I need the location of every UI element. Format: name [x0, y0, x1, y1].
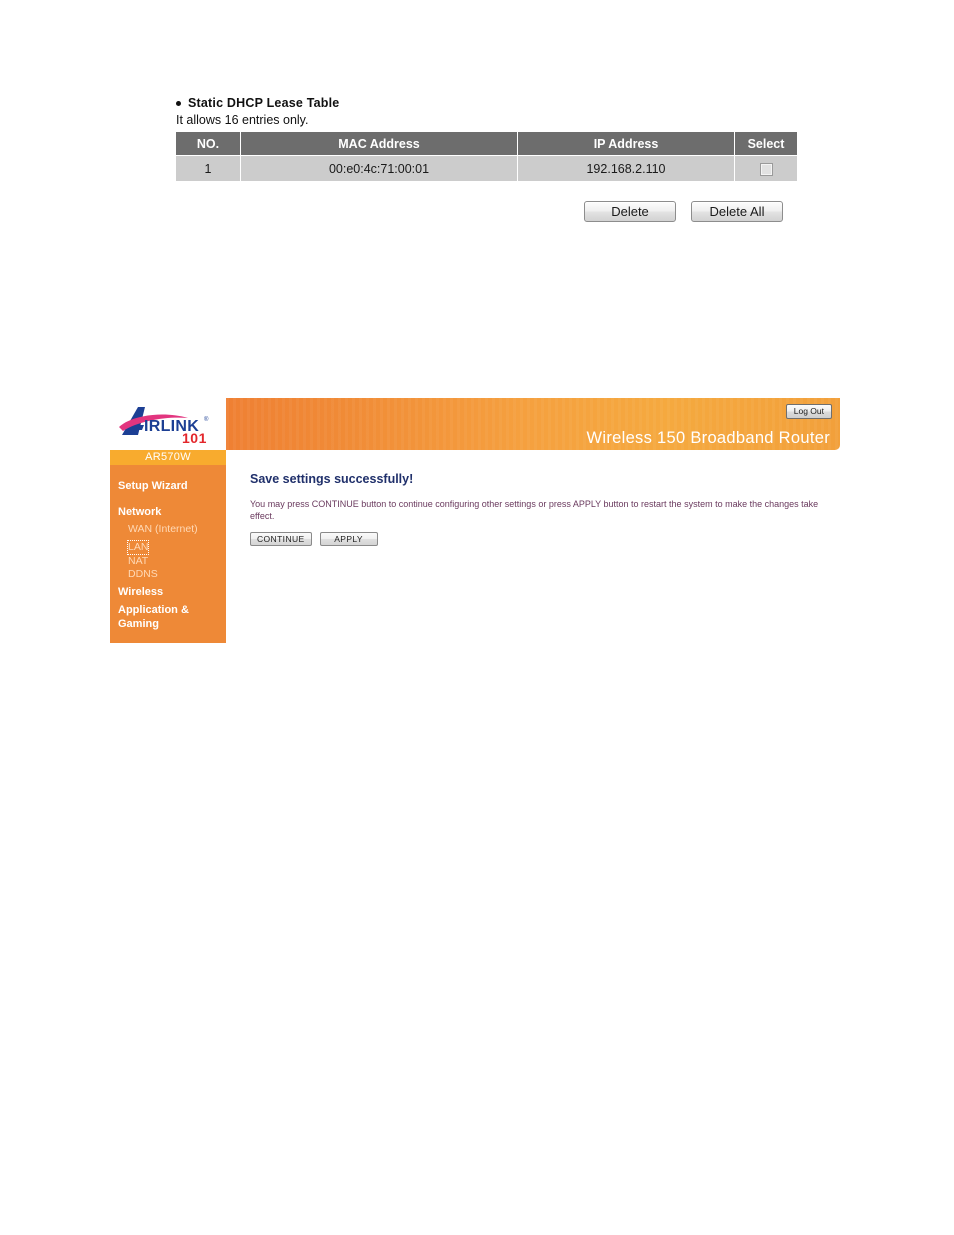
column-header-select: Select [734, 132, 797, 156]
ui-header: IRLINK ® 101 Log Out Wireless 150 Broadb… [110, 398, 840, 450]
row-select-checkbox[interactable] [759, 162, 773, 176]
logout-button[interactable]: Log Out [785, 404, 832, 419]
sidebar-item-ddns[interactable]: DDNS [110, 568, 226, 582]
delete-all-button[interactable]: Delete All [691, 201, 783, 222]
entries-note: It allows 16 entries only. [176, 113, 309, 127]
save-success-message: You may press CONTINUE button to continu… [250, 499, 819, 521]
delete-button[interactable]: Delete [584, 201, 676, 222]
table-row: 1 00:e0:4c:71:00:01 192.168.2.110 [176, 155, 797, 181]
content-actions: CONTINUE APPLY [250, 532, 840, 546]
save-success-heading: Save settings successfully! [250, 472, 414, 486]
sidebar: AR570W Setup Wizard Network WAN (Interne… [110, 450, 226, 643]
sidebar-item-nat[interactable]: NAT [110, 555, 226, 569]
column-header-no: NO. [176, 132, 241, 156]
column-header-mac: MAC Address [240, 132, 518, 156]
bullet-icon [176, 101, 181, 106]
logo-area: IRLINK ® 101 [110, 398, 226, 450]
svg-text:101: 101 [182, 430, 207, 445]
sidebar-item-wan-internet[interactable]: WAN (Internet) [110, 523, 226, 537]
product-title: Wireless 150 Broadband Router [586, 429, 830, 447]
cell-mac: 00:e0:4c:71:00:01 [240, 155, 518, 181]
router-web-interface: IRLINK ® 101 Log Out Wireless 150 Broadb… [110, 398, 840, 643]
svg-text:®: ® [204, 416, 209, 423]
sidebar-item-wireless[interactable]: Wireless [110, 585, 226, 599]
content-panel: Save settings successfully! You may pres… [226, 450, 840, 546]
sidebar-item-lan[interactable]: LAN [126, 539, 150, 555]
sidebar-item-network[interactable]: Network [110, 505, 226, 519]
section-heading-label: Static DHCP Lease Table [188, 96, 340, 110]
airlink-101-logo-icon: IRLINK ® 101 [119, 407, 209, 445]
sidebar-model-label: AR570W [110, 450, 226, 465]
lease-table-actions: Delete Delete All [584, 201, 783, 222]
static-dhcp-lease-table: NO. MAC Address IP Address Select 1 00:e… [176, 132, 797, 181]
ui-body: AR570W Setup Wizard Network WAN (Interne… [110, 450, 840, 643]
header-banner: Log Out Wireless 150 Broadband Router [226, 398, 840, 450]
cell-ip: 192.168.2.110 [517, 155, 735, 181]
sidebar-item-setup-wizard[interactable]: Setup Wizard [110, 479, 226, 493]
apply-button[interactable]: APPLY [319, 532, 378, 546]
column-header-ip: IP Address [517, 132, 735, 156]
section-heading: Static DHCP Lease Table [176, 96, 796, 111]
cell-select [734, 155, 797, 181]
table-header-row: NO. MAC Address IP Address Select [176, 132, 797, 156]
cell-no: 1 [176, 155, 241, 181]
continue-button[interactable]: CONTINUE [250, 532, 312, 546]
static-dhcp-lease-section: Static DHCP Lease Table It allows 16 ent… [176, 96, 797, 181]
sidebar-item-application-gaming[interactable]: Application & Gaming [110, 603, 226, 631]
sidebar-nav: Setup Wizard Network WAN (Internet) LAN … [110, 465, 226, 631]
